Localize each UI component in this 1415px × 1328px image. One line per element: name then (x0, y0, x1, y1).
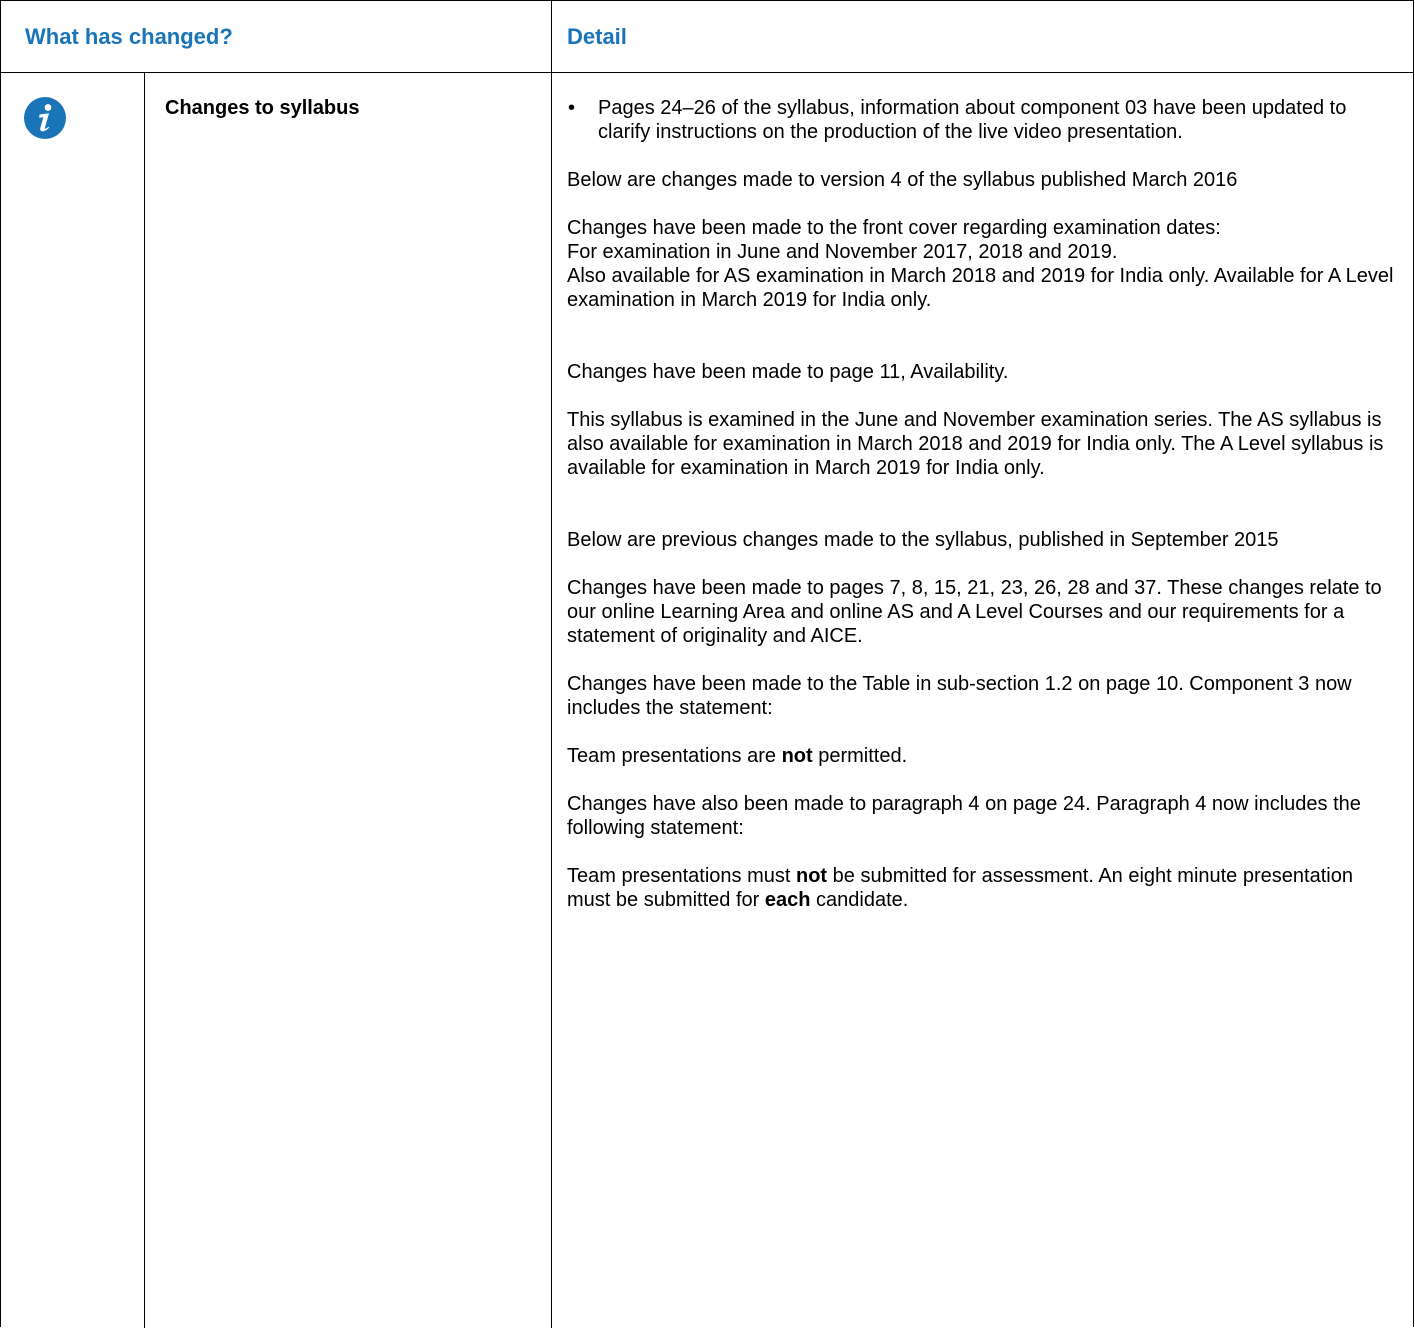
team-statement-bold: not (781, 745, 813, 767)
paragraph-previous-changes: Below are previous changes made to the s… (567, 529, 1279, 551)
submission-statement-part-a: Team presentations must (567, 865, 796, 887)
row-label-changes-to-syllabus: Changes to syllabus (165, 97, 360, 119)
submission-statement-bold-each: each (764, 889, 811, 911)
team-statement-start: Team presentations are (567, 745, 782, 767)
changes-table: What has changed? Detail Changes to syll… (0, 0, 1414, 1328)
submission-statement-bold-not: not (796, 865, 828, 887)
column-divider-icon (144, 73, 145, 1328)
header-what-has-changed: What has changed? (25, 24, 233, 49)
info-icon (24, 97, 66, 139)
front-cover-line-2: For examination in June and November 201… (567, 241, 1118, 263)
paragraph-examined-series: This syllabus is examined in the June an… (567, 409, 1384, 479)
team-statement-end: permitted. (812, 745, 908, 767)
table-header-row: What has changed? Detail (1, 1, 1413, 73)
paragraph-availability: Changes have been made to page 11, Avail… (567, 361, 1009, 383)
bullet-item: • Pages 24–26 of the syllabus, informati… (567, 96, 1397, 144)
paragraph-pages-changed: Changes have been made to pages 7, 8, 15… (567, 577, 1382, 647)
submission-statement-part-e: candidate. (810, 889, 909, 911)
paragraph-team-not-submitted: Team presentations must not be submitted… (567, 864, 1397, 912)
bullet-dot-icon: • (568, 97, 576, 119)
front-cover-line-1: Changes have been made to the front cove… (567, 217, 1221, 239)
paragraph-version4-note: Below are changes made to version 4 of t… (567, 169, 1238, 191)
bullet-text: Pages 24–26 of the syllabus, information… (598, 97, 1347, 143)
front-cover-line-3: Also available for AS examination in Mar… (567, 265, 1394, 311)
paragraph-table-changes: Changes have been made to the Table in s… (567, 673, 1352, 719)
column-divider-main (551, 1, 552, 1328)
header-detail: Detail (567, 24, 627, 49)
paragraph-paragraph4-changes: Changes have also been made to paragraph… (567, 793, 1361, 839)
paragraph-team-not-permitted: Team presentations are not permitted. (567, 744, 1397, 768)
detail-cell: • Pages 24–26 of the syllabus, informati… (567, 96, 1397, 912)
paragraph-front-cover: Changes have been made to the front cove… (567, 216, 1397, 312)
